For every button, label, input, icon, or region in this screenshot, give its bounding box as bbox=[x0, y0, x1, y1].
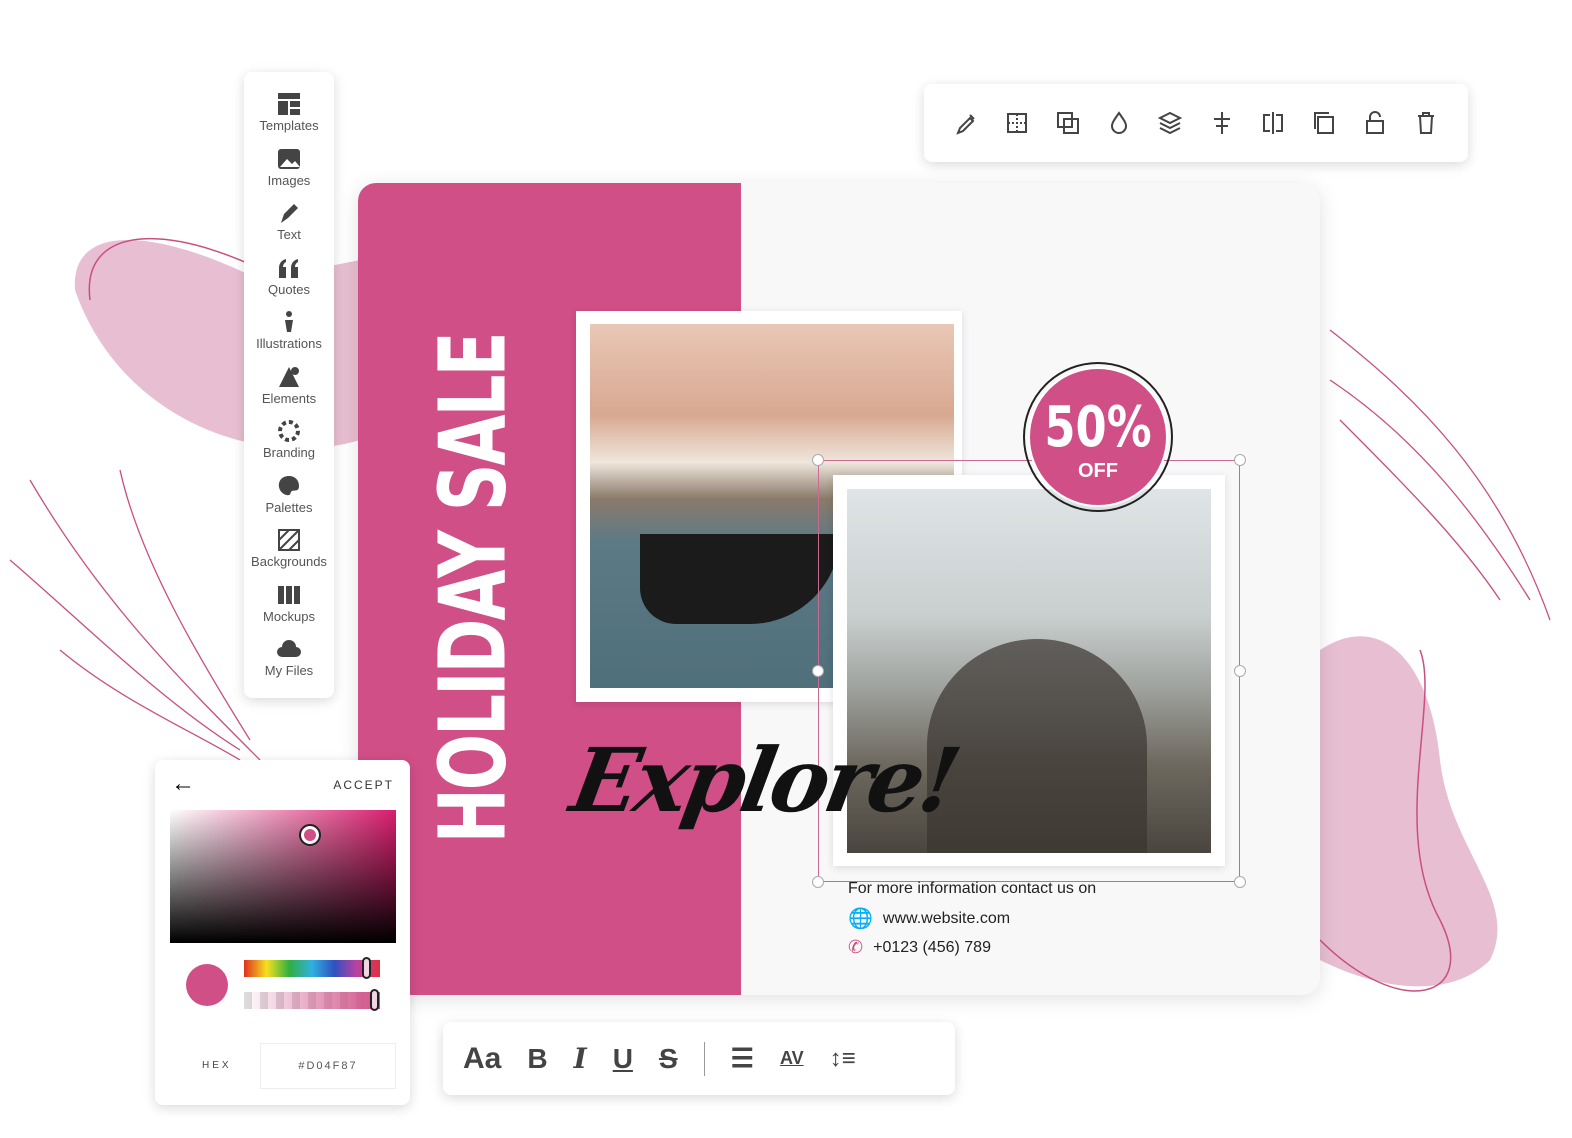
sidebar-item-images[interactable]: Images bbox=[267, 145, 311, 200]
badge-value: 50% bbox=[1044, 395, 1152, 460]
hue-slider[interactable] bbox=[244, 957, 380, 979]
sidebar-item-label: Mockups bbox=[262, 608, 316, 624]
contact-intro: For more information contact us on bbox=[848, 880, 1097, 897]
discount-badge[interactable]: 50% OFF bbox=[1023, 362, 1173, 512]
accept-button[interactable]: ACCEPT bbox=[333, 778, 394, 792]
mockups-icon bbox=[278, 585, 300, 604]
divider bbox=[703, 1041, 705, 1076]
opacity-icon[interactable] bbox=[1105, 109, 1133, 137]
arrange-icon[interactable] bbox=[1054, 109, 1082, 137]
font-button[interactable]: Aa bbox=[463, 1042, 501, 1076]
sidebar-item-my-files[interactable]: My Files bbox=[265, 635, 313, 690]
design-canvas[interactable]: HOLIDAY SALE 50% OFF Explore! For more i… bbox=[358, 183, 1320, 995]
sidebar-item-label: Elements bbox=[261, 390, 317, 406]
badge-label: OFF bbox=[1078, 460, 1118, 482]
palette-icon bbox=[278, 475, 299, 495]
sidebar-item-branding[interactable]: Branding bbox=[263, 417, 315, 472]
trash-icon[interactable] bbox=[1412, 109, 1440, 137]
illustrations-icon bbox=[285, 311, 293, 332]
resize-handle[interactable] bbox=[812, 665, 824, 677]
sidebar: Templates Images Text Quotes Illustrations El… bbox=[244, 72, 334, 698]
sidebar-item-backgrounds[interactable]: Backgrounds bbox=[251, 526, 327, 581]
pen-icon bbox=[281, 204, 298, 223]
color-swatch bbox=[186, 964, 228, 1006]
duplicate-icon[interactable] bbox=[1310, 109, 1338, 137]
italic-button[interactable]: I bbox=[574, 1042, 587, 1075]
lock-icon[interactable] bbox=[1361, 109, 1389, 137]
alpha-slider[interactable] bbox=[244, 989, 380, 1011]
website-text: www.website.com bbox=[882, 909, 1011, 927]
sidebar-item-illustrations[interactable]: Illustrations bbox=[256, 308, 322, 363]
script-text[interactable]: Explore! bbox=[564, 728, 965, 832]
hex-input[interactable]: #D04F87 bbox=[260, 1043, 396, 1089]
phone-icon: ✆ bbox=[848, 937, 864, 957]
strikethrough-button[interactable]: S bbox=[659, 1043, 678, 1075]
sidebar-item-quotes[interactable]: Quotes bbox=[268, 254, 310, 309]
resize-handle[interactable] bbox=[1234, 876, 1246, 888]
object-toolbar bbox=[924, 84, 1468, 162]
back-arrow-icon[interactable]: ← bbox=[171, 770, 195, 798]
sidebar-item-elements[interactable]: Elements bbox=[262, 363, 316, 418]
resize-handle[interactable] bbox=[812, 876, 824, 888]
phone-text: +0123 (456) 789 bbox=[873, 938, 991, 956]
hex-label: HEX bbox=[202, 1060, 232, 1071]
images-icon bbox=[277, 148, 300, 169]
sidebar-item-palettes[interactable]: Palettes bbox=[265, 472, 313, 527]
letter-spacing-button[interactable]: AV bbox=[780, 1048, 804, 1069]
elements-icon bbox=[278, 366, 299, 387]
bold-button[interactable]: B bbox=[527, 1043, 547, 1075]
saturation-area[interactable] bbox=[170, 810, 396, 943]
saturation-cursor[interactable] bbox=[299, 824, 321, 846]
quotes-icon bbox=[278, 258, 298, 278]
sidebar-item-label: Text bbox=[277, 227, 301, 242]
flip-icon[interactable] bbox=[1259, 109, 1287, 137]
headline-text[interactable]: HOLIDAY SALE bbox=[420, 333, 527, 843]
contact-block: For more information contact us on 🌐 www.… bbox=[848, 880, 1096, 958]
resize-handle[interactable] bbox=[812, 454, 824, 466]
sidebar-item-text[interactable]: Text bbox=[275, 199, 303, 254]
color-picker: ← ACCEPT HEX #D04F87 bbox=[155, 760, 410, 1105]
text-toolbar: Aa B I U S ☰ AV ↕≡ bbox=[443, 1022, 955, 1095]
layers-icon[interactable] bbox=[1156, 109, 1184, 137]
align-center-icon[interactable]: ☰ bbox=[731, 1043, 754, 1074]
sidebar-item-label: Palettes bbox=[265, 499, 313, 515]
globe-icon: 🌐 bbox=[848, 908, 873, 930]
backgrounds-icon bbox=[277, 529, 300, 551]
sidebar-item-label: Branding bbox=[262, 445, 316, 460]
gear-icon bbox=[277, 420, 300, 442]
sidebar-item-label: My Files bbox=[264, 663, 314, 678]
align-center-icon[interactable] bbox=[1208, 109, 1236, 137]
line-height-icon[interactable]: ↕≡ bbox=[830, 1045, 856, 1073]
sidebar-item-label: Templates bbox=[259, 118, 319, 133]
sidebar-item-label: Quotes bbox=[268, 281, 310, 297]
grid-icon[interactable] bbox=[1003, 109, 1031, 137]
sidebar-item-label: Backgrounds bbox=[251, 554, 327, 569]
cloud-icon bbox=[276, 640, 301, 657]
resize-handle[interactable] bbox=[1234, 665, 1246, 677]
sidebar-item-label: Images bbox=[267, 172, 311, 188]
sidebar-item-templates[interactable]: Templates bbox=[259, 90, 319, 145]
underline-button[interactable]: U bbox=[613, 1043, 633, 1075]
eyedropper-icon[interactable] bbox=[952, 109, 980, 137]
sidebar-item-label: Illustrations bbox=[256, 336, 322, 351]
sidebar-item-mockups[interactable]: Mockups bbox=[263, 581, 315, 636]
resize-handle[interactable] bbox=[1234, 454, 1246, 466]
templates-icon bbox=[278, 93, 300, 115]
